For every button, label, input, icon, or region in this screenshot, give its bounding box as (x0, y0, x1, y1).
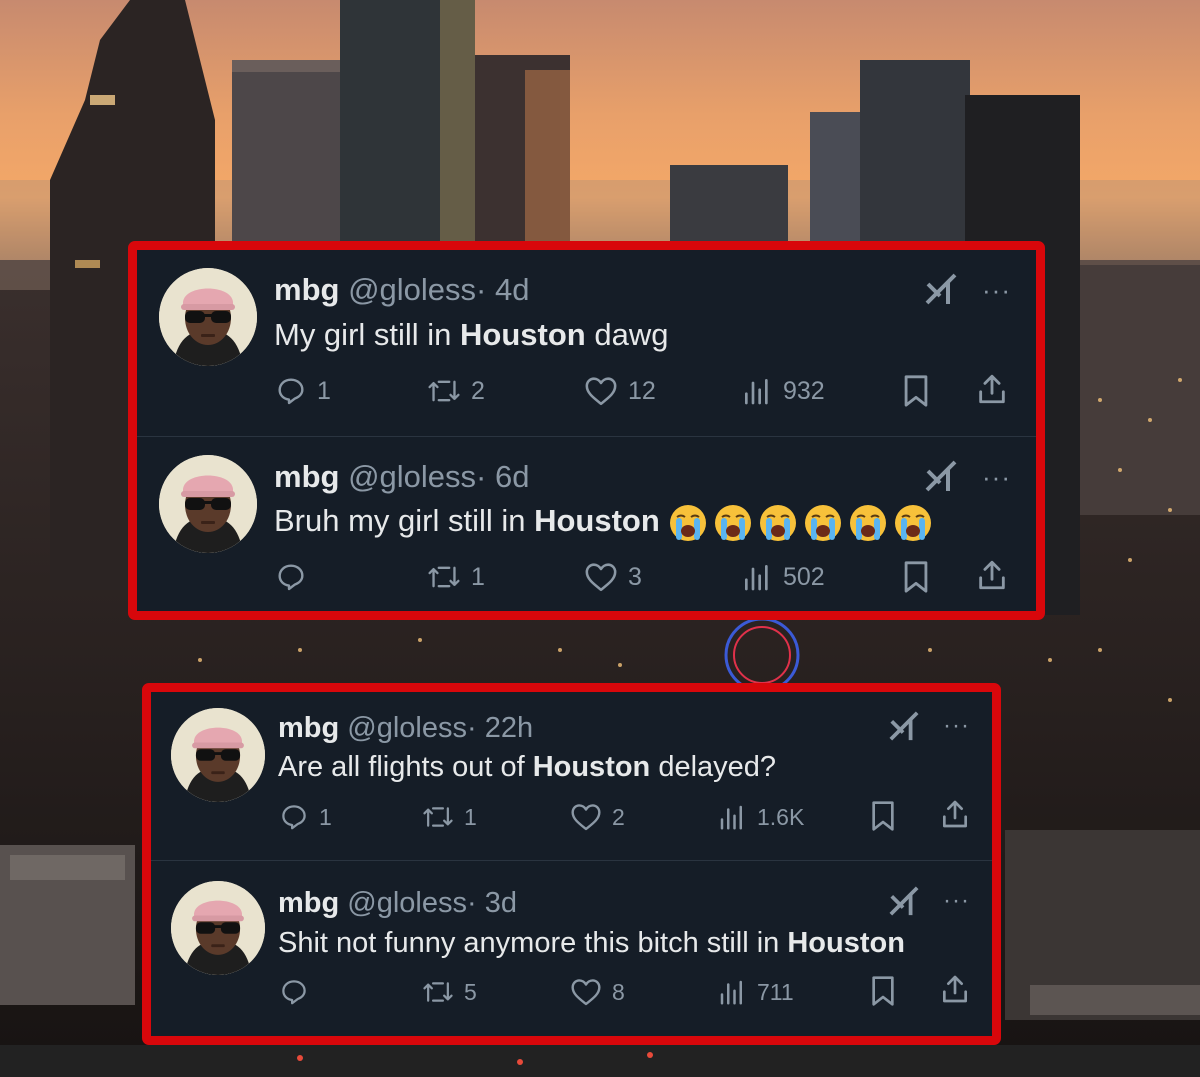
reply-button[interactable]: 1 (275, 375, 331, 407)
tweet-header: mbg @gloless· 22h (278, 710, 533, 746)
reply-icon (282, 805, 306, 830)
like-button[interactable]: 3 (584, 561, 642, 593)
loudly-crying-face-icon (849, 505, 886, 541)
display-name[interactable]: mbg (274, 272, 339, 307)
loudly-crying-face-icon (714, 505, 751, 541)
reply-button[interactable] (279, 977, 319, 1007)
repost-icon (428, 566, 460, 588)
grok-icon[interactable] (888, 885, 920, 922)
reply-icon (282, 980, 306, 1005)
like-button[interactable]: 12 (584, 375, 656, 407)
avatar[interactable] (159, 455, 257, 553)
avatar[interactable] (171, 708, 265, 802)
avatar[interactable] (159, 268, 257, 366)
tweet-text: Bruh my girl still in Houston (274, 503, 938, 543)
display-name[interactable]: mbg (274, 459, 339, 494)
repost-icon (423, 807, 453, 827)
views-icon (720, 980, 742, 1005)
views-button[interactable]: 502 (741, 561, 825, 593)
more-icon[interactable]: ··· (982, 464, 1011, 490)
views-icon (745, 565, 768, 591)
user-handle[interactable]: @gloless (348, 459, 476, 494)
more-icon[interactable]: ··· (943, 714, 970, 738)
more-icon[interactable]: ··· (982, 277, 1011, 303)
reply-icon (278, 378, 304, 405)
grok-icon[interactable] (924, 459, 958, 498)
bookmark-icon[interactable] (869, 975, 897, 1012)
timestamp[interactable]: · 4d (476, 272, 529, 307)
like-icon (585, 377, 617, 406)
tweet-header: mbg @gloless· 3d (278, 885, 517, 921)
reply-button[interactable]: 1 (279, 802, 332, 832)
tweet-text: Shit not funny anymore this bitch still … (278, 927, 905, 959)
repost-icon (423, 982, 453, 1002)
views-icon (745, 379, 768, 405)
tweet-panel-bottom: mbg @gloless· 22h ··· Are all flights ou… (142, 683, 1001, 1045)
share-icon[interactable] (939, 798, 971, 835)
avatar[interactable] (171, 881, 265, 975)
grok-icon[interactable] (924, 272, 958, 311)
grok-icon[interactable] (888, 710, 920, 747)
loudly-crying-face-icon (669, 505, 706, 541)
tweet-text: My girl still in Houston dawg (274, 317, 669, 352)
repost-icon (428, 380, 460, 402)
tweet-text: Are all flights out of Houston delayed? (278, 751, 777, 783)
tweet-header: mbg @gloless· 4d (274, 272, 529, 308)
like-button[interactable]: 2 (570, 802, 625, 832)
display-name[interactable]: mbg (278, 887, 339, 919)
views-icon (720, 805, 742, 830)
timestamp[interactable]: · 3d (467, 887, 517, 919)
emoji-row (668, 503, 938, 543)
loudly-crying-face-icon (804, 505, 841, 541)
bookmark-icon[interactable] (901, 374, 931, 413)
share-icon[interactable] (939, 973, 971, 1010)
like-icon (571, 979, 601, 1006)
views-button[interactable]: 711 (717, 977, 794, 1007)
more-icon[interactable]: ··· (943, 889, 970, 913)
loudly-crying-face-icon (894, 505, 931, 541)
share-icon[interactable] (975, 372, 1009, 411)
bookmark-icon[interactable] (901, 560, 931, 599)
repost-button[interactable]: 5 (422, 977, 477, 1007)
views-button[interactable]: 932 (741, 375, 825, 407)
tweet[interactable]: mbg @gloless· 22h ··· Are all flights ou… (151, 692, 992, 860)
loudly-crying-face-icon (759, 505, 796, 541)
user-handle[interactable]: @gloless (348, 272, 476, 307)
bookmark-icon[interactable] (869, 800, 897, 837)
share-icon[interactable] (975, 558, 1009, 597)
tweet[interactable]: mbg @gloless· 6d ··· Bruh my girl still … (137, 437, 1036, 620)
timestamp[interactable]: · 22h (467, 712, 533, 744)
views-button[interactable]: 1.6K (717, 802, 804, 832)
reply-button[interactable] (275, 561, 317, 593)
repost-button[interactable]: 1 (427, 561, 485, 593)
repost-button[interactable]: 1 (422, 802, 477, 832)
repost-button[interactable]: 2 (427, 375, 485, 407)
like-button[interactable]: 8 (570, 977, 625, 1007)
user-handle[interactable]: @gloless (347, 712, 467, 744)
like-icon (585, 563, 617, 592)
tweet-panel-top: mbg @gloless· 4d ··· My girl still in Ho… (128, 241, 1045, 620)
user-handle[interactable]: @gloless (347, 887, 467, 919)
tweet[interactable]: mbg @gloless· 4d ··· My girl still in Ho… (137, 250, 1036, 435)
tweet-header: mbg @gloless· 6d (274, 459, 529, 495)
tweet[interactable]: mbg @gloless· 3d ··· Shit not funny anym… (151, 861, 992, 1036)
reply-icon (278, 564, 304, 591)
like-icon (571, 804, 601, 831)
display-name[interactable]: mbg (278, 712, 339, 744)
timestamp[interactable]: · 6d (476, 459, 529, 494)
